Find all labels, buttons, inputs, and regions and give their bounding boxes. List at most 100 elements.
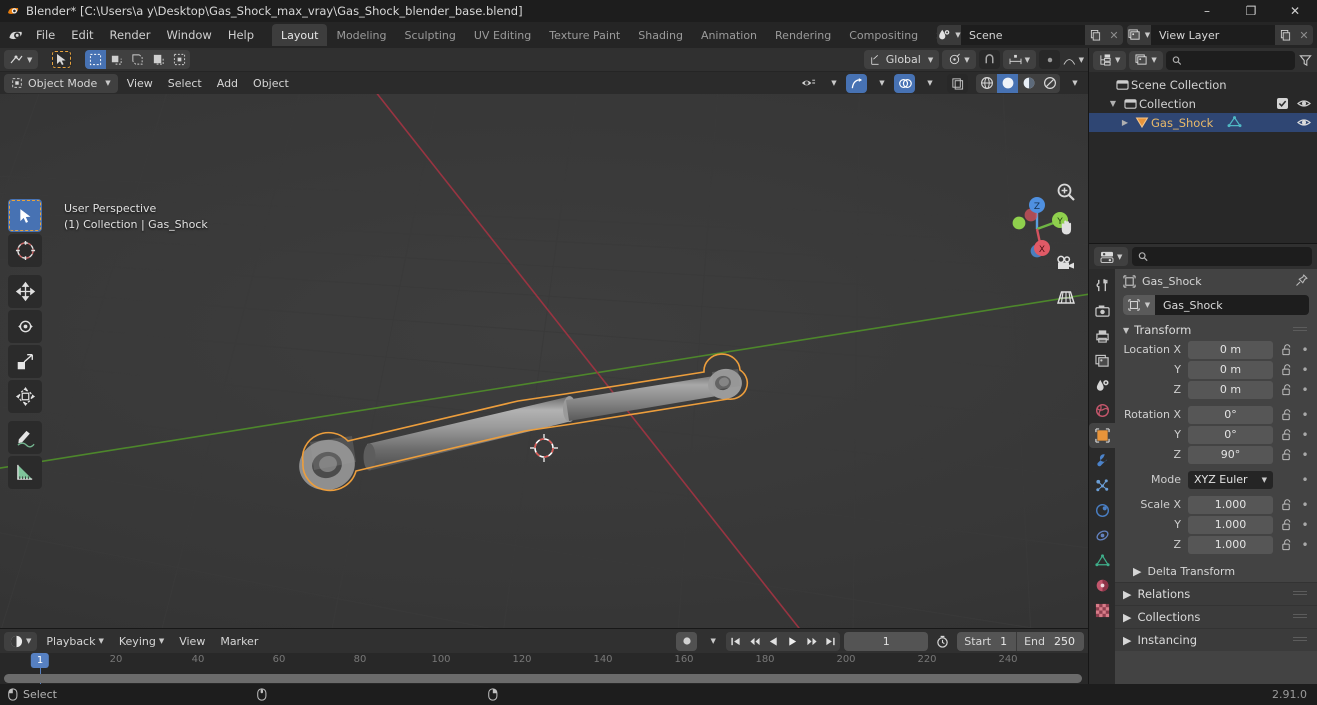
scale-y-row[interactable]: Y 1.000 • [1115, 515, 1317, 534]
scene-name[interactable]: Scene [961, 25, 1085, 45]
tool-select-box[interactable] [8, 199, 42, 232]
tool-move[interactable] [8, 275, 42, 308]
blender-menu-icon[interactable] [4, 24, 26, 46]
timeline-menu-keying[interactable]: Keying ▼ [113, 632, 170, 651]
rotation-z-row[interactable]: Z 90° • [1115, 445, 1317, 464]
jump-to-next-keyframe-icon[interactable] [802, 632, 821, 651]
rotation-mode-dropdown[interactable]: XYZ Euler ▼ [1188, 470, 1273, 489]
tab-object-data[interactable] [1089, 548, 1115, 573]
proportional-edit-icon[interactable] [1039, 50, 1060, 69]
lock-icon[interactable] [1278, 343, 1294, 356]
instancing-panel[interactable]: ▶ Instancing [1115, 628, 1317, 651]
auto-keying-icon[interactable] [676, 631, 698, 651]
visibility-dropdown-icon[interactable]: ▼ [822, 74, 843, 93]
pin-icon[interactable] [1295, 274, 1308, 287]
expand-triangle-icon[interactable]: ▶ [1123, 588, 1131, 601]
lock-icon[interactable] [1278, 363, 1294, 376]
timeline-scrollbar[interactable] [0, 674, 1088, 683]
select-box-icon[interactable] [85, 50, 107, 69]
expand-triangle-icon[interactable]: ▶ [1117, 118, 1133, 127]
tab-texture-paint[interactable]: Texture Paint [540, 24, 629, 46]
menu-edit[interactable]: Edit [63, 25, 101, 45]
expand-triangle-icon[interactable]: ▶ [1123, 634, 1131, 647]
tab-modeling[interactable]: Modeling [327, 24, 395, 46]
field-value[interactable]: 1.000 [1188, 515, 1273, 534]
tab-modifiers[interactable] [1089, 448, 1115, 473]
play-icon[interactable] [783, 632, 802, 651]
snap-target-button[interactable]: ▼ [1002, 50, 1036, 69]
lock-icon[interactable] [1278, 408, 1294, 421]
outliner-row-scene-collection[interactable]: Scene Collection [1089, 75, 1317, 94]
tab-scene[interactable] [1089, 373, 1115, 398]
timeline-menu-marker[interactable]: Marker [214, 632, 264, 651]
tab-output[interactable] [1089, 323, 1115, 348]
tab-world[interactable] [1089, 398, 1115, 423]
new-view-layer-icon[interactable] [1275, 25, 1295, 45]
outliner-search-box[interactable] [1165, 50, 1295, 70]
tab-physics[interactable] [1089, 498, 1115, 523]
tab-view-layer[interactable] [1089, 348, 1115, 373]
start-frame-value[interactable]: 1 [998, 632, 1016, 651]
collections-panel[interactable]: ▶ Collections [1115, 605, 1317, 628]
viewport-menu-view[interactable]: View [121, 74, 159, 93]
jump-to-prev-keyframe-icon[interactable] [745, 632, 764, 651]
auto-keying-dropdown-icon[interactable]: ▼ [701, 632, 722, 651]
tab-shading[interactable]: Shading [629, 24, 692, 46]
minimize-button[interactable]: – [1185, 0, 1229, 22]
visibility-eye-icon[interactable] [798, 74, 819, 93]
tab-layout[interactable]: Layout [272, 24, 328, 46]
viewport-menu-add[interactable]: Add [211, 74, 244, 93]
view-layer-name[interactable]: View Layer [1151, 25, 1275, 45]
location-z-row[interactable]: Z 0 m • [1115, 380, 1317, 399]
lock-icon[interactable] [1278, 498, 1294, 511]
properties-search-input[interactable] [1153, 250, 1306, 263]
field-value[interactable]: 1.000 [1188, 535, 1273, 554]
timeline-scrollbar-thumb[interactable] [4, 674, 1082, 683]
object-type-icon[interactable]: ▼ [1123, 295, 1155, 315]
expand-triangle-icon[interactable]: ▶ [1123, 611, 1131, 624]
field-value[interactable]: 0 m [1188, 360, 1273, 379]
animate-dot-icon[interactable]: • [1299, 408, 1311, 422]
3d-viewport[interactable]: User Perspective (1) Collection | Gas_Sh… [0, 94, 1088, 628]
frame-range-fields[interactable]: Start 1 End 250 [957, 631, 1084, 651]
zoom-icon[interactable] [1052, 178, 1080, 206]
use-preview-range-icon[interactable] [932, 632, 953, 651]
jump-to-end-icon[interactable] [821, 632, 840, 651]
tab-texture[interactable] [1089, 598, 1115, 623]
outliner-filter-icon[interactable] [1298, 51, 1313, 70]
select-invert-icon[interactable] [148, 50, 169, 69]
rotation-mode-row[interactable]: Mode XYZ Euler ▼ • [1115, 470, 1317, 489]
xray-toggle-icon[interactable] [947, 73, 968, 93]
viewport-menu-select[interactable]: Select [162, 74, 208, 93]
object-mode-selector[interactable]: Object Mode ▼ [4, 73, 118, 93]
timeline-menu-view[interactable]: View [173, 632, 211, 651]
lock-icon[interactable] [1278, 428, 1294, 441]
overlays-dropdown-icon[interactable]: ▼ [918, 74, 939, 93]
timeline-ruler[interactable]: 20 40 60 80 100 120 140 160 180 200 220 … [0, 653, 1088, 684]
gizmo-dropdown-icon[interactable]: ▼ [870, 74, 891, 93]
field-value[interactable]: 0° [1188, 405, 1273, 424]
eye-icon[interactable] [1297, 117, 1311, 128]
field-value[interactable]: 0° [1188, 425, 1273, 444]
rotation-y-row[interactable]: Y 0° • [1115, 425, 1317, 444]
animate-dot-icon[interactable]: • [1299, 343, 1311, 357]
location-y-row[interactable]: Y 0 m • [1115, 360, 1317, 379]
object-name-field[interactable]: ▼ Gas_Shock [1123, 295, 1309, 315]
tab-animation[interactable]: Animation [692, 24, 766, 46]
outliner-row-gas-shock[interactable]: ▶ Gas_Shock [1089, 113, 1317, 132]
tab-rendering[interactable]: Rendering [766, 24, 840, 46]
lock-icon[interactable] [1278, 383, 1294, 396]
animate-dot-icon[interactable]: • [1299, 448, 1311, 462]
close-button[interactable]: ✕ [1273, 0, 1317, 22]
tab-particles[interactable] [1089, 473, 1115, 498]
field-value[interactable]: 90° [1188, 445, 1273, 464]
mesh-data-icon[interactable] [1227, 116, 1242, 129]
animate-dot-icon[interactable]: • [1299, 383, 1311, 397]
eye-icon[interactable] [1297, 98, 1311, 109]
animate-dot-icon[interactable]: • [1299, 473, 1311, 487]
menu-render[interactable]: Render [102, 25, 159, 45]
current-frame-field[interactable]: 1 [844, 631, 929, 651]
tab-object[interactable] [1089, 423, 1115, 448]
remove-scene-button[interactable]: ✕ [1105, 25, 1123, 45]
maximize-button[interactable]: ❐ [1229, 0, 1273, 22]
